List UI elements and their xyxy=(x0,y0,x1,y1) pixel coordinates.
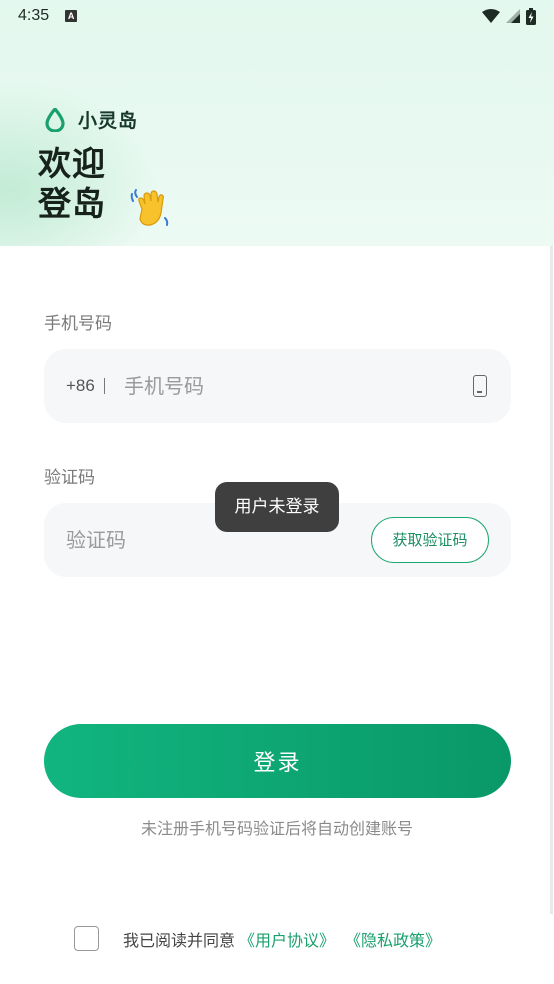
agreement-row: 我已阅读并同意 《用户协议》 《隐私政策》 xyxy=(74,926,441,951)
agree-checkbox[interactable] xyxy=(74,926,99,951)
welcome-title: 欢迎 登岛 xyxy=(38,144,169,226)
status-bar: 4:35 A xyxy=(0,0,554,32)
get-code-button[interactable]: 获取验证码 xyxy=(371,517,489,563)
user-agreement-link[interactable]: 《用户协议》 xyxy=(239,927,335,951)
welcome-line-2: 登岛 xyxy=(38,184,106,223)
brand: 小灵岛 xyxy=(44,106,138,133)
login-screen: 4:35 A 小灵岛 欢迎 登岛 手机号码 +86 手机号码 验证码 验证码 获… xyxy=(0,0,554,984)
waving-hand-icon xyxy=(130,189,169,226)
login-button[interactable]: 登录 xyxy=(44,724,511,798)
battery-icon xyxy=(526,7,536,25)
agreement-text: 我已阅读并同意 xyxy=(123,930,236,950)
header-banner: 4:35 A 小灵岛 欢迎 登岛 xyxy=(0,0,554,246)
wifi-icon xyxy=(482,9,500,23)
water-drop-icon xyxy=(45,107,65,132)
status-icons xyxy=(482,7,536,25)
phone-field[interactable]: +86 xyxy=(44,349,511,423)
privacy-policy-link[interactable]: 《隐私政策》 xyxy=(345,927,441,951)
notification-icon: A xyxy=(65,10,78,22)
phone-input[interactable] xyxy=(124,349,454,423)
mobile-phone-icon xyxy=(473,375,487,397)
prefix-divider xyxy=(104,378,105,394)
signal-icon xyxy=(506,9,520,23)
code-label: 验证码 xyxy=(44,468,95,488)
country-code[interactable]: +86 xyxy=(66,349,95,423)
status-time: 4:35 xyxy=(18,7,50,24)
phone-label: 手机号码 xyxy=(44,314,112,334)
toast-message: 用户未登录 xyxy=(215,482,339,532)
scrollbar[interactable] xyxy=(550,246,553,914)
welcome-line-1: 欢迎 xyxy=(38,144,106,183)
register-hint: 未注册手机号码验证后将自动创建账号 xyxy=(140,819,413,838)
brand-name: 小灵岛 xyxy=(78,110,139,132)
